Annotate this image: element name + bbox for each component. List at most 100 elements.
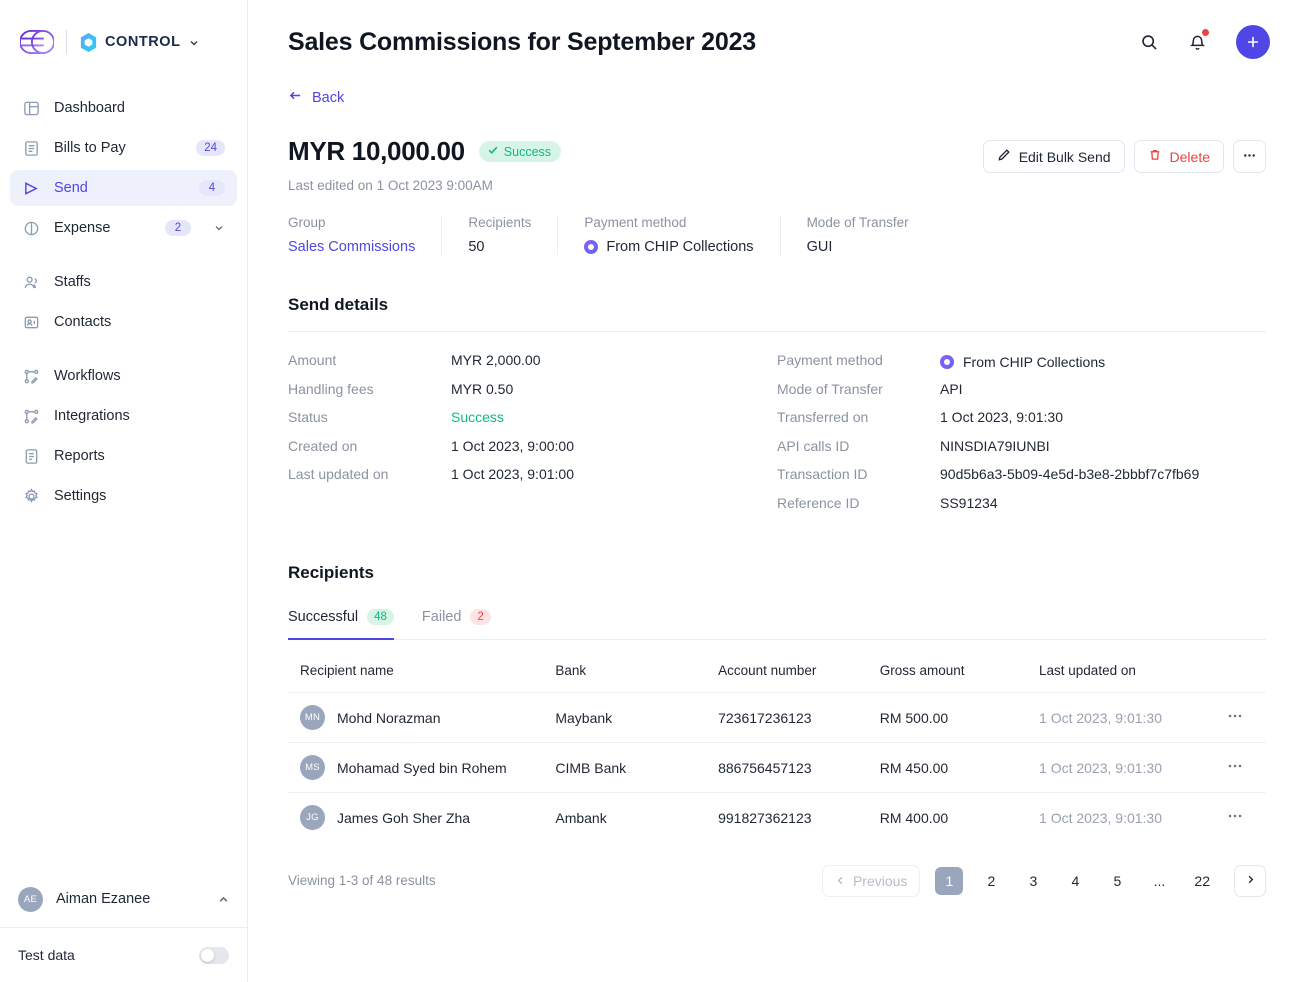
sidebar-item-contacts[interactable]: Contacts xyxy=(10,304,237,340)
summary-strip: Group Sales Commissions Recipients 50 Pa… xyxy=(288,215,1266,255)
sidebar-item-label: Contacts xyxy=(54,314,225,330)
previous-page-button[interactable]: Previous xyxy=(822,865,920,897)
detail-value: SS91234 xyxy=(940,495,998,511)
page-button-22[interactable]: 22 xyxy=(1187,867,1217,895)
brand-divider xyxy=(66,30,67,54)
avatar: JG xyxy=(300,805,325,830)
delete-button[interactable]: Delete xyxy=(1134,140,1224,173)
detail-row: Reference ID SS91234 xyxy=(777,495,1266,524)
row-ellipsis-icon[interactable] xyxy=(1227,711,1243,728)
user-profile[interactable]: AE Aiman Ezanee xyxy=(0,871,247,927)
column-header-bank: Bank xyxy=(555,663,718,693)
send-icon xyxy=(22,179,40,197)
page-button-4[interactable]: 4 xyxy=(1061,867,1089,895)
cell-account-number: 723617236123 xyxy=(718,693,880,743)
avatar: MS xyxy=(300,755,325,780)
cell-recipient-name: JG James Goh Sher Zha xyxy=(288,793,555,843)
cell-gross-amount: RM 500.00 xyxy=(880,693,1039,743)
detail-key: Transferred on xyxy=(777,409,940,425)
sidebar-item-staffs[interactable]: Staffs xyxy=(10,264,237,300)
tab-label: Failed xyxy=(422,609,462,625)
sidebar-item-workflows[interactable]: Workflows xyxy=(10,358,237,394)
chip-logo-icon[interactable] xyxy=(20,28,54,56)
cell-account-number: 991827362123 xyxy=(718,793,880,843)
tab-successful[interactable]: Successful 48 xyxy=(288,609,394,640)
detail-key: Handling fees xyxy=(288,381,451,397)
sidebar-item-integrations[interactable]: Integrations xyxy=(10,398,237,434)
page-button-3[interactable]: 3 xyxy=(1019,867,1047,895)
detail-value: 1 Oct 2023, 9:00:00 xyxy=(451,438,574,454)
workspace-switcher[interactable]: CONTROL xyxy=(79,32,200,53)
page-button-2[interactable]: 2 xyxy=(977,867,1005,895)
overview-row: MYR 10,000.00 Success Last edited on 1 O… xyxy=(288,136,1266,193)
page-button-1[interactable]: 1 xyxy=(935,867,963,895)
cell-actions xyxy=(1227,793,1266,843)
table-row[interactable]: MN Mohd Norazman Maybank 723617236123 RM… xyxy=(288,693,1266,743)
edit-bulk-send-button[interactable]: Edit Bulk Send xyxy=(983,140,1125,173)
recipient-name: James Goh Sher Zha xyxy=(337,810,470,826)
sidebar-item-reports[interactable]: Reports xyxy=(10,438,237,474)
sidebar-item-badge: 24 xyxy=(196,140,225,156)
detail-key: Amount xyxy=(288,352,451,368)
cell-actions xyxy=(1227,693,1266,743)
next-page-button[interactable] xyxy=(1234,865,1266,897)
trash-icon xyxy=(1148,148,1162,165)
page-content: Back MYR 10,000.00 Success Last edited o… xyxy=(248,84,1306,897)
detail-key: Status xyxy=(288,409,451,425)
page-button-5[interactable]: 5 xyxy=(1103,867,1131,895)
arrow-left-icon xyxy=(288,88,303,107)
detail-key: Last updated on xyxy=(288,466,451,482)
detail-value-wrap: From CHIP Collections xyxy=(940,354,1105,370)
sidebar-item-settings[interactable]: Settings xyxy=(10,478,237,514)
tab-label: Successful xyxy=(288,609,358,625)
table-row[interactable]: MS Mohamad Syed bin Rohem CIMB Bank 8867… xyxy=(288,743,1266,793)
summary-key: Group xyxy=(288,215,415,230)
staffs-icon xyxy=(22,273,40,291)
back-link[interactable]: Back xyxy=(288,88,344,107)
delete-label: Delete xyxy=(1170,149,1210,165)
main-area: Sales Commissions for September 2023 Bac… xyxy=(248,0,1306,982)
dashboard-icon xyxy=(22,99,40,117)
sidebar-item-expense[interactable]: Expense 2 xyxy=(10,210,237,246)
sidebar-item-dashboard[interactable]: Dashboard xyxy=(10,90,237,126)
chevron-down-icon[interactable] xyxy=(213,222,225,234)
test-data-label: Test data xyxy=(18,947,187,963)
sidebar-item-send[interactable]: Send 4 xyxy=(10,170,237,206)
summary-value: From CHIP Collections xyxy=(606,239,753,255)
detail-value: NINSDIA79IUNBI xyxy=(940,438,1050,454)
chip-collections-icon xyxy=(940,355,954,369)
row-ellipsis-icon[interactable] xyxy=(1227,811,1243,828)
hexagon-icon xyxy=(79,32,98,53)
detail-row: Transferred on 1 Oct 2023, 9:01:30 xyxy=(777,409,1266,438)
chip-collections-icon xyxy=(584,240,598,254)
detail-row: API calls ID NINSDIA79IUNBI xyxy=(777,438,1266,467)
contacts-icon xyxy=(22,313,40,331)
detail-value: MYR 0.50 xyxy=(451,381,513,397)
sidebar-item-badge: 2 xyxy=(165,220,191,236)
test-data-toggle[interactable] xyxy=(199,947,229,964)
user-name: Aiman Ezanee xyxy=(56,891,204,907)
table-row[interactable]: JG James Goh Sher Zha Ambank 99182736212… xyxy=(288,793,1266,843)
column-header-last-updated-on: Last updated on xyxy=(1039,663,1227,693)
row-ellipsis-icon[interactable] xyxy=(1227,761,1243,778)
cell-recipient-name: MN Mohd Norazman xyxy=(288,693,555,743)
sidebar-item-badge: 4 xyxy=(199,180,225,196)
search-icon[interactable] xyxy=(1134,27,1164,57)
more-actions-button[interactable] xyxy=(1233,140,1266,173)
tab-failed[interactable]: Failed 2 xyxy=(422,609,491,640)
pagination-controls: Previous 1 2 3 4 5 ... 22 xyxy=(822,865,1266,897)
detail-value: From CHIP Collections xyxy=(963,354,1105,370)
cell-last-updated-on: 1 Oct 2023, 9:01:30 xyxy=(1039,743,1227,793)
sidebar-item-bills-to-pay[interactable]: Bills to Pay 24 xyxy=(10,130,237,166)
back-label: Back xyxy=(312,90,344,106)
bell-icon[interactable] xyxy=(1182,27,1212,57)
detail-key: API calls ID xyxy=(777,438,940,454)
add-button[interactable] xyxy=(1236,25,1270,59)
page-title: Sales Commissions for September 2023 xyxy=(288,28,1116,57)
chevron-up-icon[interactable] xyxy=(217,893,229,905)
summary-value-group-link[interactable]: Sales Commissions xyxy=(288,239,415,255)
cell-bank: CIMB Bank xyxy=(555,743,718,793)
app-root: CONTROL Dashboard Bills to Pay 24 xyxy=(0,0,1306,982)
detail-value: 1 Oct 2023, 9:01:30 xyxy=(940,409,1063,425)
column-header-gross-amount: Gross amount xyxy=(880,663,1039,693)
